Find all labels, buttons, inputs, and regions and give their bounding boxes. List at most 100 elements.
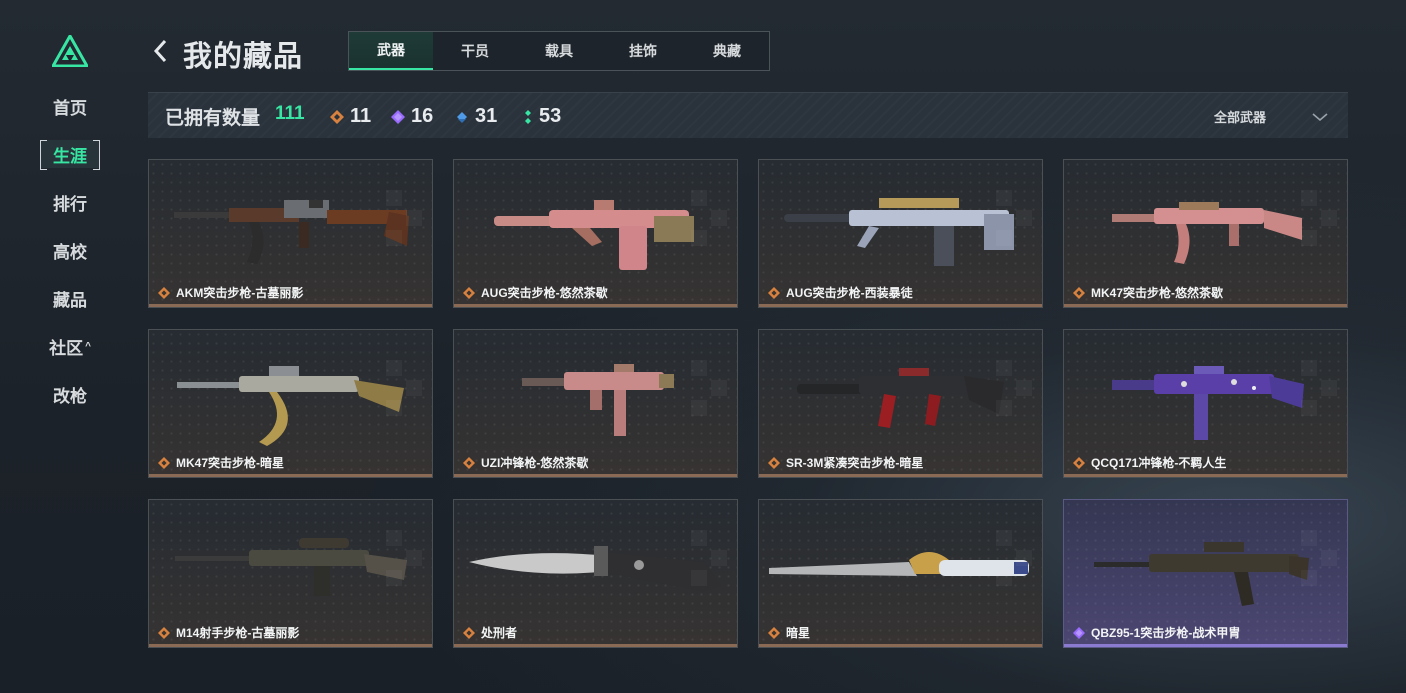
chevron-down-icon bbox=[1312, 112, 1328, 121]
nav-item-label: 首页 bbox=[53, 98, 87, 118]
rarity-stripe bbox=[1064, 304, 1347, 307]
decorative-pattern bbox=[691, 530, 727, 586]
item-name: AUG突击步枪-西装暴徒 bbox=[786, 286, 913, 300]
item-name: QCQ171冲锋枪-不羁人生 bbox=[1091, 456, 1227, 470]
item-name-row: AUG突击步枪-悠然茶歇 bbox=[463, 284, 608, 301]
tab-collectibles[interactable]: 典藏 bbox=[685, 32, 769, 70]
collection-card[interactable]: 暗星 bbox=[758, 499, 1043, 648]
owned-label: 已拥有数量 bbox=[165, 108, 261, 129]
purple-diamond-icon bbox=[391, 109, 405, 124]
collection-card[interactable]: UZI冲锋枪-悠然茶歇 bbox=[453, 329, 738, 478]
item-name: M14射手步枪-古墓丽影 bbox=[176, 626, 300, 640]
app-root: 首页 生涯 排行 高校 藏品 社区 ^ 改枪 我的藏品 武器 干员 载具 挂饰 典… bbox=[0, 0, 1406, 693]
category-tabs: 武器 干员 载具 挂饰 典藏 bbox=[348, 31, 770, 71]
rarity-stripe bbox=[149, 304, 432, 307]
tab-charms[interactable]: 挂饰 bbox=[601, 32, 685, 70]
tab-weapons[interactable]: 武器 bbox=[349, 32, 433, 70]
page-title: 我的藏品 bbox=[183, 41, 304, 73]
decorative-pattern bbox=[1301, 190, 1337, 246]
stats-bar: 已拥有数量 111 11 16 31 53 全部武器 bbox=[148, 92, 1348, 138]
rarity-count-epic: 16 bbox=[391, 105, 433, 128]
rarity-stripe bbox=[759, 644, 1042, 647]
orange-diamond-icon bbox=[768, 456, 780, 469]
nav-item-label: 排行 bbox=[53, 194, 87, 214]
orange-diamond-icon bbox=[158, 456, 170, 469]
item-name: AKM突击步枪-古墓丽影 bbox=[176, 286, 304, 300]
decorative-pattern bbox=[386, 530, 422, 586]
orange-diamond-icon bbox=[158, 286, 170, 299]
nav-item-label: 藏品 bbox=[53, 290, 87, 310]
item-name: MK47突击步枪-悠然茶歇 bbox=[1091, 286, 1224, 300]
orange-diamond-icon bbox=[768, 286, 780, 299]
nav-item-label: 改枪 bbox=[53, 386, 87, 406]
item-name: UZI冲锋枪-悠然茶歇 bbox=[481, 456, 589, 470]
rarity-stripe bbox=[149, 644, 432, 647]
tab-vehicles[interactable]: 载具 bbox=[517, 32, 601, 70]
decorative-pattern bbox=[996, 360, 1032, 416]
rarity-stripe bbox=[454, 304, 737, 307]
nav-item-label: 高校 bbox=[53, 242, 87, 262]
rarity-count-common: 53 bbox=[523, 105, 561, 128]
collection-card[interactable]: AKM突击步枪-古墓丽影 bbox=[148, 159, 433, 308]
nav-item-label: 社区 bbox=[49, 338, 84, 358]
collection-card[interactable]: MK47突击步枪-暗星 bbox=[148, 329, 433, 478]
collection-card[interactable]: M14射手步枪-古墓丽影 bbox=[148, 499, 433, 648]
tab-operators[interactable]: 干员 bbox=[433, 32, 517, 70]
orange-diamond-icon bbox=[463, 286, 475, 299]
orange-diamond-icon bbox=[158, 626, 170, 639]
purple-diamond-icon bbox=[1073, 626, 1085, 639]
collection-card[interactable]: SR-3M紧凑突击步枪-暗星 bbox=[758, 329, 1043, 478]
nav-item-university[interactable]: 高校 bbox=[40, 236, 100, 264]
rarity-stripe bbox=[454, 474, 737, 477]
decorative-pattern bbox=[691, 360, 727, 416]
filter-label: 全部武器 bbox=[1213, 110, 1266, 125]
collection-card[interactable]: AUG突击步枪-悠然茶歇 bbox=[453, 159, 738, 308]
nav-item-gunsmith[interactable]: 改枪 bbox=[40, 380, 100, 408]
nav-item-home[interactable]: 首页 bbox=[40, 92, 100, 120]
item-name-row: MK47突击步枪-悠然茶歇 bbox=[1073, 284, 1223, 301]
collection-card[interactable]: AUG突击步枪-西装暴徒 bbox=[758, 159, 1043, 308]
item-name-row: QCQ171冲锋枪-不羁人生 bbox=[1073, 454, 1226, 471]
rarity-count: 16 bbox=[411, 105, 434, 127]
owned-count: 111 bbox=[275, 103, 305, 124]
nav-item-ranking[interactable]: 排行 bbox=[40, 188, 100, 216]
orange-diamond-icon bbox=[768, 626, 780, 639]
rarity-count-legendary: 11 bbox=[330, 105, 371, 128]
decorative-pattern bbox=[1301, 530, 1337, 586]
orange-diamond-icon bbox=[1073, 456, 1085, 469]
collection-card[interactable]: 处刑者 bbox=[453, 499, 738, 648]
back-arrow-icon[interactable] bbox=[150, 37, 172, 65]
nav-item-collection[interactable]: 藏品 bbox=[40, 284, 100, 312]
decorative-pattern bbox=[996, 530, 1032, 586]
collection-card[interactable]: QBZ95-1突击步枪-战术甲胄 bbox=[1063, 499, 1348, 648]
item-name-row: AKM突击步枪-古墓丽影 bbox=[158, 284, 303, 301]
decorative-pattern bbox=[691, 190, 727, 246]
item-name-row: 处刑者 bbox=[463, 624, 517, 641]
sidebar: 首页 生涯 排行 高校 藏品 社区 ^ 改枪 bbox=[0, 0, 140, 693]
blue-diamond-icon bbox=[457, 111, 467, 123]
collection-card[interactable]: MK47突击步枪-悠然茶歇 bbox=[1063, 159, 1348, 308]
item-name: MK47突击步枪-暗星 bbox=[176, 456, 285, 470]
rarity-count: 31 bbox=[475, 105, 498, 127]
item-name: 暗星 bbox=[786, 626, 811, 640]
decorative-pattern bbox=[386, 190, 422, 246]
logo-icon[interactable] bbox=[52, 35, 88, 67]
rarity-count: 11 bbox=[350, 105, 372, 127]
orange-diamond-icon bbox=[463, 456, 475, 469]
nav-item-career[interactable]: 生涯 bbox=[40, 140, 100, 170]
nav-item-label: 生涯 bbox=[53, 146, 87, 166]
rarity-count-rare: 31 bbox=[455, 105, 497, 128]
collection-card[interactable]: QCQ171冲锋枪-不羁人生 bbox=[1063, 329, 1348, 478]
decorative-pattern bbox=[996, 190, 1032, 246]
rarity-stripe bbox=[149, 474, 432, 477]
rarity-stripe bbox=[1064, 474, 1347, 477]
nav-item-community[interactable]: 社区 ^ bbox=[40, 332, 100, 360]
green-dots-icon bbox=[525, 109, 531, 124]
item-name-row: QBZ95-1突击步枪-战术甲胄 bbox=[1073, 624, 1240, 641]
rarity-count: 53 bbox=[539, 105, 562, 127]
chevron-up-icon: ^ bbox=[85, 340, 91, 352]
weapon-filter-dropdown[interactable]: 全部武器 bbox=[1214, 107, 1328, 126]
item-name: AUG突击步枪-悠然茶歇 bbox=[481, 286, 608, 300]
item-name: 处刑者 bbox=[481, 626, 518, 640]
item-name-row: AUG突击步枪-西装暴徒 bbox=[768, 284, 913, 301]
